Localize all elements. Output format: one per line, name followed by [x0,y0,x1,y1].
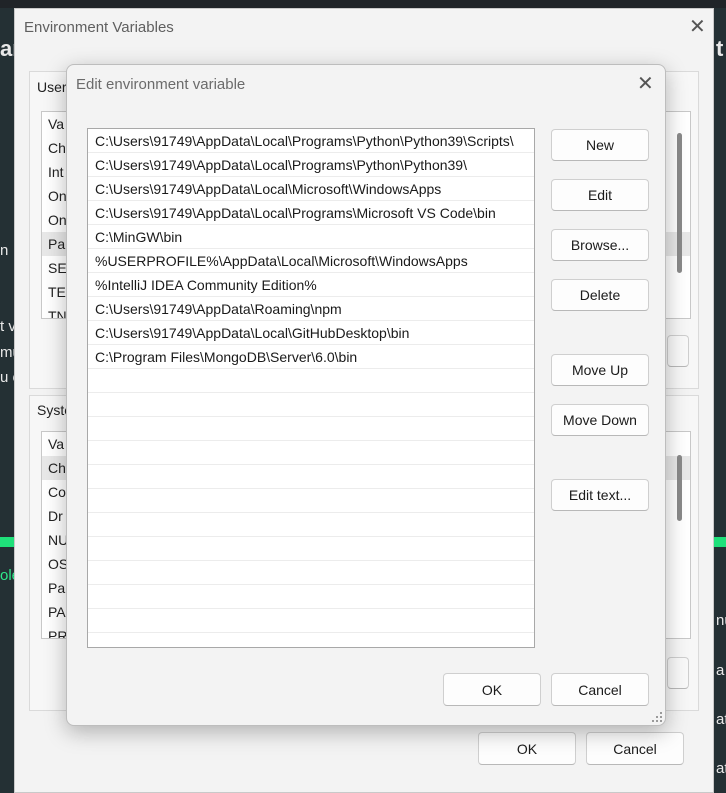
edit-text-button[interactable]: Edit text... [551,479,649,511]
move-down-button[interactable]: Move Down [551,404,649,436]
background-app-left [0,8,14,793]
empty-row[interactable] [88,513,534,537]
dialog-title: Edit environment variable [76,76,246,93]
path-entry[interactable]: C:\Users\91749\AppData\Local\Programs\Py… [88,153,534,177]
cancel-button[interactable]: Cancel [551,673,649,706]
resize-grip-icon[interactable] [650,710,662,722]
path-list[interactable]: C:\Users\91749\AppData\Local\Programs\Py… [87,128,535,648]
path-entry[interactable]: %USERPROFILE%\AppData\Local\Microsoft\Wi… [88,249,534,273]
delete-button[interactable]: Delete [551,279,649,311]
background-taskbar-strip [0,0,726,8]
empty-row[interactable] [88,441,534,465]
background-text: t [716,36,724,61]
empty-row[interactable] [88,393,534,417]
path-entry[interactable]: C:\MinGW\bin [88,225,534,249]
browse-button[interactable]: Browse... [551,229,649,261]
background-text: at [716,760,726,777]
path-entry[interactable]: C:\Users\91749\AppData\Roaming\npm [88,297,534,321]
path-entry[interactable]: C:\Users\91749\AppData\Local\GitHubDeskt… [88,321,534,345]
move-up-button[interactable]: Move Up [551,354,649,386]
ok-button[interactable]: OK [443,673,541,706]
system-list-scrollbar[interactable] [677,455,682,521]
new-button[interactable]: New [551,129,649,161]
path-entry[interactable]: C:\Users\91749\AppData\Local\Programs\Mi… [88,201,534,225]
user-list-scrollbar[interactable] [677,133,682,273]
user-list-button[interactable] [667,335,689,367]
path-entry[interactable]: C:\Program Files\MongoDB\Server\6.0\bin [88,345,534,369]
close-icon[interactable]: ✕ [637,74,654,94]
system-list-button[interactable] [667,657,689,689]
ok-button[interactable]: OK [478,732,576,765]
empty-row[interactable] [88,585,534,609]
background-accent-bar [0,537,14,547]
empty-row[interactable] [88,561,534,585]
cancel-button[interactable]: Cancel [586,732,684,765]
background-text: n [0,242,9,259]
background-text: at [716,711,726,728]
close-icon[interactable]: ✕ [689,17,706,37]
empty-row[interactable] [88,369,534,393]
empty-row[interactable] [88,609,534,633]
background-accent-bar [714,537,726,547]
empty-row[interactable] [88,489,534,513]
edit-button[interactable]: Edit [551,179,649,211]
path-entry[interactable]: C:\Users\91749\AppData\Local\Microsoft\W… [88,177,534,201]
edit-environment-variable-dialog: Edit environment variable ✕ C:\Users\917… [66,64,666,726]
path-entry[interactable]: C:\Users\91749\AppData\Local\Programs\Py… [88,129,534,153]
user-variables-label: User [37,79,67,95]
path-entry[interactable]: %IntelliJ IDEA Community Edition% [88,273,534,297]
dialog-title: Environment Variables [24,19,174,36]
empty-row[interactable] [88,417,534,441]
background-text: nu [716,612,726,629]
background-text: a [716,662,725,679]
empty-row[interactable] [88,465,534,489]
empty-row[interactable] [88,537,534,561]
